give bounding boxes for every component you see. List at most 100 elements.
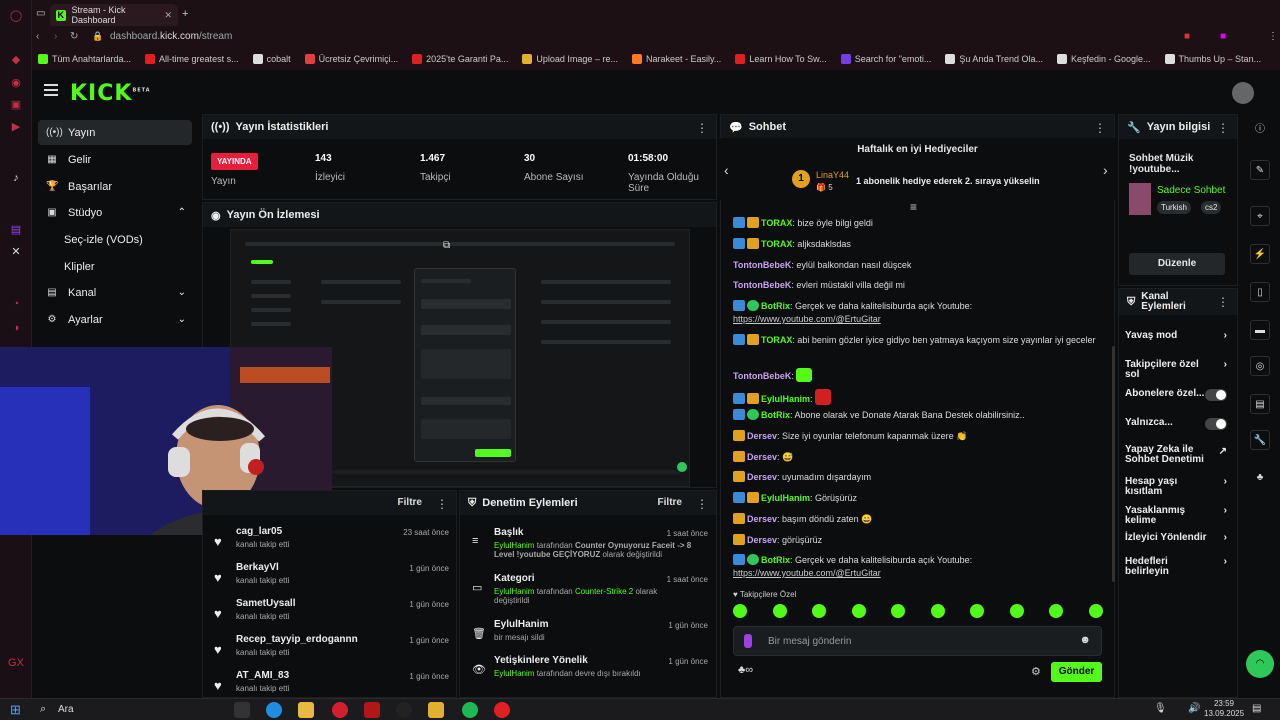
bookmark-item[interactable]: Narakeet - Easily... xyxy=(631,54,721,64)
chat-username[interactable]: TontonBebeK xyxy=(733,371,791,381)
sidebar-item-ayarlar[interactable]: ⚙ Ayarlar ⌄ xyxy=(38,307,192,332)
channel-action[interactable]: Takipçilere özel sol › xyxy=(1125,360,1227,380)
taskbar-search[interactable]: Ara xyxy=(58,704,74,715)
chat-username[interactable]: Dersev xyxy=(747,472,777,482)
sidebar-item-basarilar[interactable]: 🏆 Başarılar xyxy=(38,174,192,199)
bookmark-item[interactable]: cobalt xyxy=(252,54,291,64)
mic-icon[interactable] xyxy=(744,634,752,648)
follower-name[interactable]: Recep_tayyip_erdogannn xyxy=(236,634,358,645)
explorer-icon[interactable] xyxy=(298,702,314,718)
chat-username[interactable]: Dersev xyxy=(747,431,777,441)
category-name[interactable]: Sadece Sohbet xyxy=(1157,185,1225,196)
popout-icon[interactable]: ⧉ xyxy=(443,240,450,251)
wrench-icon[interactable]: 🔧 xyxy=(1250,430,1270,450)
chat-username[interactable]: BotRix xyxy=(761,301,790,311)
url-field[interactable]: dashboard.kick.com/stream xyxy=(110,31,232,42)
clock[interactable]: 23:59 13.09.2025 xyxy=(1204,699,1244,719)
chat-scrollbar[interactable] xyxy=(1112,346,1115,582)
bookmark-item[interactable]: Upload Image – re... xyxy=(522,54,618,64)
chat-username[interactable]: EylulHanim xyxy=(761,493,810,503)
scan-icon[interactable]: ⌖ xyxy=(1250,206,1270,226)
channel-action[interactable]: Hesap yaşı kısıtlam › xyxy=(1125,477,1227,497)
edit-button[interactable]: Düzenle xyxy=(1129,253,1225,275)
info-icon[interactable]: ⓘ xyxy=(1250,120,1270,140)
history-icon[interactable]: ◔ xyxy=(8,296,24,312)
new-tab-icon[interactable]: + xyxy=(182,8,188,20)
sidebar-item-gelir[interactable]: ▦ Gelir xyxy=(38,147,192,172)
filter-button[interactable]: Filtre xyxy=(398,497,422,508)
notification-icon[interactable]: ▤ xyxy=(1252,703,1261,714)
channel-action[interactable]: Yasaklanmış kelime › xyxy=(1125,506,1227,526)
windows-start-icon[interactable]: ⊞ xyxy=(10,702,21,718)
bookmark-item[interactable]: Learn How To Sw... xyxy=(735,54,827,64)
chat-username[interactable]: Dersev xyxy=(747,452,777,462)
chat-username[interactable]: TORAX xyxy=(761,335,792,345)
sidebar-item-vods[interactable]: Seç-izle (VODs) xyxy=(38,227,192,252)
follower-name[interactable]: cag_lar05 xyxy=(236,526,289,537)
emote-icon[interactable] xyxy=(970,604,985,618)
emote-icon[interactable] xyxy=(1009,604,1024,618)
emote-icon[interactable] xyxy=(930,604,945,618)
youtube-icon[interactable]: ▶ xyxy=(8,119,24,135)
emote-icon[interactable] xyxy=(1088,604,1103,618)
toggle-switch[interactable] xyxy=(1205,418,1227,430)
messenger-icon[interactable]: ◉ xyxy=(8,75,24,91)
support-headset-icon[interactable]: ◠ xyxy=(1246,650,1274,678)
chat-username[interactable]: TontonBebeK xyxy=(733,260,791,270)
adblock-icon[interactable]: ■ xyxy=(1184,31,1190,42)
twitch-icon[interactable]: ▤ xyxy=(8,222,24,238)
opera-gx-icon[interactable] xyxy=(332,702,348,718)
emote-icon[interactable] xyxy=(891,604,906,618)
channel-action[interactable]: Hedefleri belirleyin › xyxy=(1125,557,1227,577)
document-icon[interactable]: ▯ xyxy=(1250,282,1270,302)
spotify-icon[interactable] xyxy=(462,702,478,718)
send-button[interactable]: Gönder xyxy=(1051,662,1102,682)
chat-input[interactable]: Bir mesaj gönderin ☻ xyxy=(733,626,1102,656)
kebab-menu-icon[interactable]: ⋮ xyxy=(696,497,708,511)
bookmark-item[interactable]: 2025'te Garanti Pa... xyxy=(412,54,508,64)
chat-username[interactable]: BotRix xyxy=(761,410,790,420)
volume-icon[interactable]: 🔊 xyxy=(1188,703,1200,714)
emote-icon[interactable] xyxy=(851,604,866,618)
channel-action[interactable]: Yavaş mod › xyxy=(1125,331,1227,341)
tabs-icon[interactable]: ▭ xyxy=(36,8,45,19)
bookmark-item[interactable]: Search for "emoti... xyxy=(840,54,931,64)
sidebar-item-yayin[interactable]: ((•)) Yayın xyxy=(38,120,192,145)
video-editor-icon[interactable] xyxy=(364,702,380,718)
forward-icon[interactable]: › xyxy=(54,31,57,42)
chat-username[interactable]: TontonBebeK xyxy=(733,280,791,290)
edge-icon[interactable] xyxy=(266,702,282,718)
search-icon[interactable]: ⌕ xyxy=(40,703,46,716)
opera-logo-icon[interactable]: ◯ xyxy=(8,8,24,24)
chat-settings-icon[interactable]: ⚙ xyxy=(1031,665,1041,678)
pencil-icon[interactable]: ✎ xyxy=(1250,160,1270,180)
bookmark-item[interactable]: Ücretsiz Çevrimiçi... xyxy=(304,54,398,64)
bookmark-item[interactable]: Keşfedin - Google... xyxy=(1056,54,1151,64)
kebab-menu-icon[interactable]: ⋮ xyxy=(1217,295,1229,309)
kebab-menu-icon[interactable]: ⋮ xyxy=(1217,121,1229,135)
follower-name[interactable]: BerkayVl xyxy=(236,562,289,573)
chat-link[interactable]: https://www.youtube.com/@ErtuGitar xyxy=(733,314,881,324)
chevron-left-icon[interactable]: ‹ xyxy=(724,162,729,178)
follower-name[interactable]: SametUysall xyxy=(236,598,295,609)
back-icon[interactable]: ‹ xyxy=(36,31,39,42)
bot-icon[interactable]: ♣ xyxy=(1250,468,1270,488)
user-avatar[interactable] xyxy=(1232,82,1254,104)
broadcast-icon[interactable]: ◎ xyxy=(1250,356,1270,376)
emoji-icon[interactable]: ☻ xyxy=(1079,634,1091,646)
kebab-menu-icon[interactable]: ⋮ xyxy=(1094,121,1106,135)
lightroom-icon[interactable] xyxy=(428,702,444,718)
x-icon[interactable]: ✕ xyxy=(8,244,24,260)
task-view-icon[interactable] xyxy=(234,702,250,718)
chat-username[interactable]: TORAX xyxy=(761,239,792,249)
emote-icon[interactable] xyxy=(733,604,747,618)
channel-action[interactable]: Yalnızca... xyxy=(1125,418,1227,430)
chat-link[interactable]: https://www.youtube.com/@ErtuGitar xyxy=(733,568,881,578)
obs-icon[interactable] xyxy=(396,702,412,718)
toggle-switch[interactable] xyxy=(1205,389,1227,401)
sidebar-item-kanal[interactable]: ▤ Kanal ⌄ xyxy=(38,280,192,305)
instagram-icon[interactable]: ▣ xyxy=(8,97,24,113)
filter-button[interactable]: Filtre xyxy=(658,497,682,508)
bookmark-item[interactable]: Thumbs Up – Stan... xyxy=(1164,54,1261,64)
emote-icon[interactable] xyxy=(772,604,787,618)
